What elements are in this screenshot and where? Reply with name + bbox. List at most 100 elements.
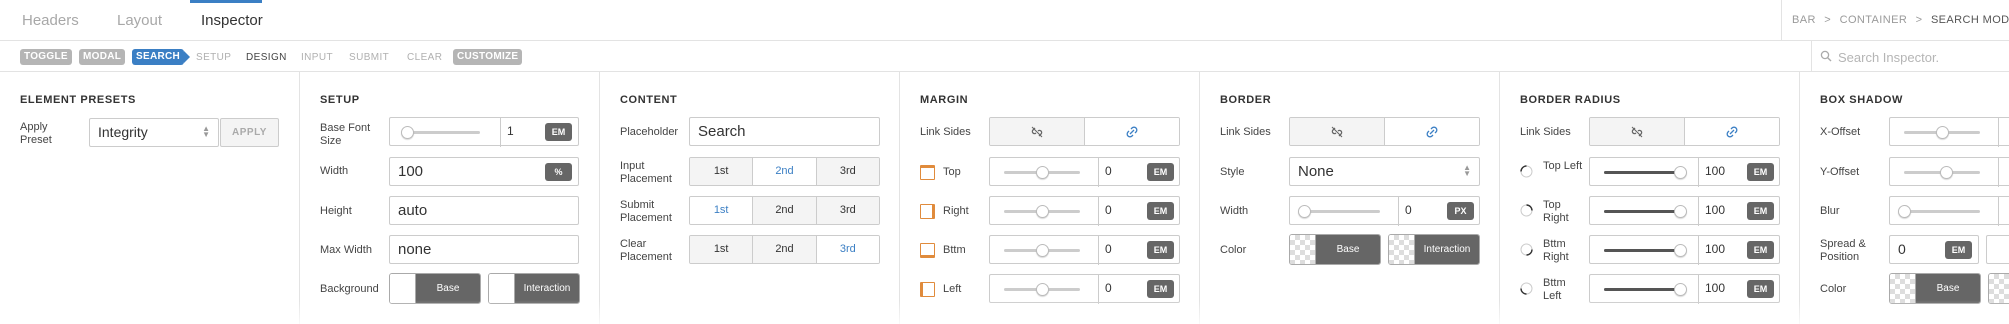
placeholder-input[interactable]: Search: [689, 117, 880, 146]
active-tab-indicator: [190, 0, 262, 3]
y-offset-value[interactable]: [1998, 158, 2009, 187]
unlink-sides-button[interactable]: [990, 118, 1085, 145]
slider-thumb[interactable]: [1298, 205, 1311, 218]
placement-option[interactable]: 3rd: [816, 197, 879, 224]
radius-row-label: Bttm Right: [1543, 238, 1569, 263]
step-input[interactable]: INPUT: [301, 52, 333, 63]
slider-thumb[interactable]: [1674, 244, 1687, 257]
placement-option[interactable]: 1st: [690, 197, 754, 224]
max-width-input[interactable]: none: [389, 235, 579, 264]
base-font-size-control: 1 EM: [389, 117, 579, 147]
slider-thumb[interactable]: [1936, 126, 1949, 139]
margin-row-label: Right: [943, 205, 969, 217]
preset-select[interactable]: Integrity ▲ ▼: [89, 118, 219, 147]
breadcrumb-current: SEARCH MODAL: [1930, 14, 2009, 26]
swatch-preview: [489, 274, 515, 303]
corner-top-right-icon: [1520, 204, 1533, 217]
unit-toggle[interactable]: EM: [1945, 241, 1972, 259]
margin-bottom-icon: [920, 243, 935, 258]
unit-toggle[interactable]: EM: [1747, 241, 1774, 259]
step-clear[interactable]: CLEAR: [407, 52, 442, 63]
apply-preset-label: Apply Preset: [20, 121, 52, 146]
search-input[interactable]: [1838, 47, 2006, 67]
unit-toggle[interactable]: EM: [1747, 202, 1774, 220]
unit-toggle[interactable]: EM: [1747, 280, 1774, 298]
slider-thumb[interactable]: [401, 126, 415, 139]
unlink-sides-button[interactable]: [1290, 118, 1385, 145]
margin-left-control: 0 EM: [989, 274, 1180, 304]
unlink-sides-button[interactable]: [1590, 118, 1685, 145]
swatch-label: Base: [416, 274, 480, 303]
border-color-base-swatch[interactable]: Base: [1289, 234, 1381, 265]
pill-search[interactable]: SEARCH: [132, 49, 191, 65]
panel-content: CONTENT Placeholder Search Input Placeme…: [600, 72, 900, 324]
margin-row-label: Top: [943, 166, 961, 178]
border-style-select[interactable]: None ▲ ▼: [1289, 157, 1480, 186]
slider-thumb[interactable]: [1036, 283, 1049, 296]
unit-toggle[interactable]: %: [545, 163, 572, 181]
pill-search-label: SEARCH: [136, 51, 181, 62]
panel-title: BOX SHADOW: [1820, 94, 1903, 106]
link-sides-button[interactable]: [1385, 118, 1479, 145]
tab-layout[interactable]: Layout: [117, 12, 162, 29]
tab-inspector[interactable]: Inspector: [201, 12, 263, 29]
clear-placement-group: 1st 2nd 3rd: [689, 235, 880, 264]
y-offset-control: [1889, 157, 2009, 187]
breadcrumb-item-bar[interactable]: BAR: [1786, 14, 1816, 26]
apply-button[interactable]: APPLY: [220, 118, 279, 147]
step-setup[interactable]: SETUP: [196, 52, 231, 63]
margin-top-control: 0 EM: [989, 157, 1180, 187]
unit-toggle[interactable]: EM: [545, 123, 572, 141]
placement-option[interactable]: 1st: [690, 236, 754, 263]
unit-toggle[interactable]: EM: [1147, 241, 1174, 259]
breadcrumb-separator: >: [1824, 14, 1832, 26]
breadcrumb-item-container[interactable]: CONTAINER: [1840, 14, 1908, 26]
placement-option[interactable]: 1st: [690, 158, 754, 185]
pill-modal[interactable]: MODAL: [79, 49, 126, 65]
blur-value[interactable]: [1998, 197, 2009, 226]
slider-thumb[interactable]: [1036, 205, 1049, 218]
unit-toggle[interactable]: EM: [1147, 280, 1174, 298]
placement-option[interactable]: 3rd: [816, 236, 879, 263]
slider-thumb[interactable]: [1674, 205, 1687, 218]
height-input[interactable]: auto: [389, 196, 579, 225]
slider-thumb[interactable]: [1674, 166, 1687, 179]
radius-bottom-right-control: 100 EM: [1589, 235, 1780, 265]
unit-toggle[interactable]: PX: [1447, 202, 1474, 220]
step-design[interactable]: DESIGN: [246, 52, 287, 63]
step-submit[interactable]: SUBMIT: [349, 52, 389, 63]
unit-toggle[interactable]: EM: [1147, 163, 1174, 181]
unit-toggle[interactable]: EM: [1747, 163, 1774, 181]
slider-thumb[interactable]: [1036, 166, 1049, 179]
tab-headers[interactable]: Headers: [22, 12, 79, 29]
link-icon: [1126, 126, 1138, 138]
breadcrumb-separator: >: [1915, 14, 1923, 26]
x-offset-value[interactable]: [1998, 118, 2009, 147]
link-sides-button[interactable]: [1685, 118, 1779, 145]
breadcrumb: BAR > CONTAINER > SEARCH MODAL: [1781, 0, 2009, 41]
spread-value: 0: [1898, 241, 1906, 257]
placement-option[interactable]: 2nd: [753, 158, 817, 185]
search-icon: [1820, 50, 1832, 62]
submit-placement-group: 1st 2nd 3rd: [689, 196, 880, 225]
pill-toggle[interactable]: TOGGLE: [20, 49, 72, 65]
placement-option[interactable]: 2nd: [753, 236, 817, 263]
shadow-position-input[interactable]: [1986, 235, 2009, 264]
slider-thumb[interactable]: [1898, 205, 1911, 218]
border-color-interaction-swatch[interactable]: Interaction: [1388, 234, 1480, 265]
link-icon: [1426, 126, 1438, 138]
link-sides-button[interactable]: [1085, 118, 1179, 145]
unlink-icon: [1031, 126, 1043, 138]
placement-option[interactable]: 3rd: [816, 158, 879, 185]
panel-title: BORDER: [1220, 94, 1272, 106]
customize-button[interactable]: CUSTOMIZE: [453, 49, 523, 65]
slider-thumb[interactable]: [1939, 166, 1953, 179]
placement-option[interactable]: 2nd: [753, 197, 817, 224]
margin-right-icon: [920, 204, 935, 219]
slider-thumb[interactable]: [1674, 283, 1687, 296]
select-arrows-icon: ▲ ▼: [202, 124, 210, 139]
swatch-label: Base: [1916, 274, 1980, 303]
panel-title: MARGIN: [920, 94, 969, 106]
unit-toggle[interactable]: EM: [1147, 202, 1174, 220]
slider-thumb[interactable]: [1036, 244, 1049, 257]
